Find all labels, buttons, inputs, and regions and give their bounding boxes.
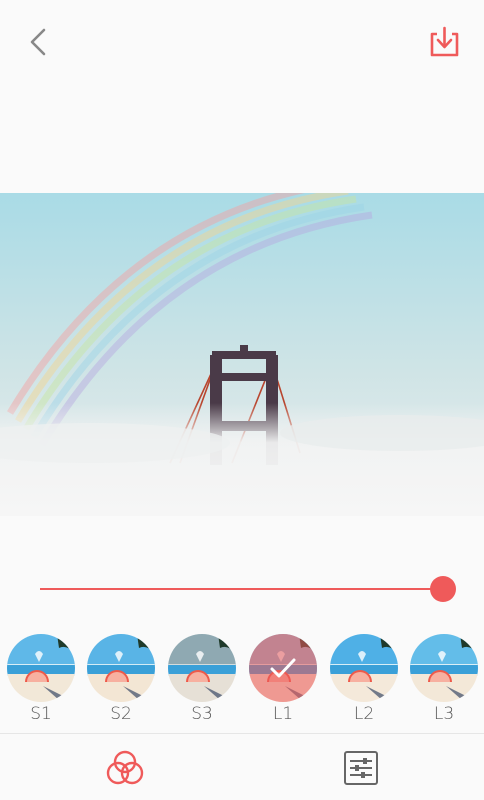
filter-label: L1 [272,704,294,724]
filter-list: S1 S2 S3 L1 L2 L3 [0,634,484,730]
filter-thumbnail [330,634,398,702]
checkmark-icon [270,658,296,678]
overlapping-circles-icon [106,750,144,785]
bottom-toolbar [0,734,484,800]
filter-label: S1 [30,704,52,724]
filter-l1[interactable]: L1 [248,634,318,728]
save-button[interactable] [424,22,464,62]
filter-thumbnail [410,634,478,702]
filter-label: L3 [433,704,455,724]
sliders-icon [344,751,378,785]
download-tray-icon [430,26,459,57]
chevron-left-icon [30,28,46,56]
filter-s3[interactable]: S3 [167,634,237,728]
filter-label: L2 [353,704,375,724]
slider-thumb[interactable] [430,576,456,602]
back-button[interactable] [18,22,58,62]
filter-s2[interactable]: S2 [86,634,156,728]
photo-preview [0,193,484,516]
tab-adjust[interactable] [341,749,381,787]
slider-track [40,588,442,590]
filter-s1[interactable]: S1 [6,634,76,728]
intensity-slider[interactable] [40,574,456,604]
top-bar [0,0,484,84]
filter-thumbnail [249,634,317,702]
filter-label: S2 [110,704,132,724]
filter-thumbnail [7,634,75,702]
filter-label: S3 [191,704,213,724]
filter-l3[interactable]: L3 [409,634,479,728]
filter-l2[interactable]: L2 [329,634,399,728]
filter-thumbnail [87,634,155,702]
filter-thumbnail [168,634,236,702]
tab-filters[interactable] [105,749,145,787]
